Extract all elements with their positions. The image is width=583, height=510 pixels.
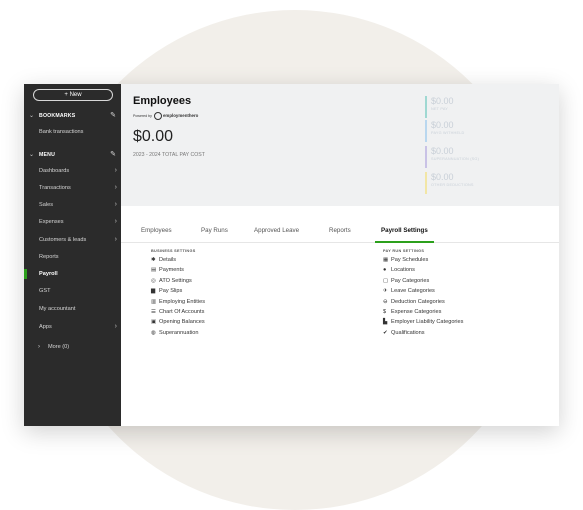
- stat-superannuation-sg: $0.00 SUPERANNUATION (SG): [425, 146, 551, 168]
- new-button[interactable]: + New: [33, 89, 113, 101]
- sidebar-bookmarks-header[interactable]: ⌄ BOOKMARKS ✎: [24, 109, 121, 123]
- sidebar-item-customers-and-leads[interactable]: Customers & leads ›: [24, 233, 121, 247]
- settings-link-superannuation[interactable]: ◍ Superannuation: [151, 329, 199, 338]
- settings-link-opening-balances[interactable]: ▣ Opening Balances: [151, 318, 205, 327]
- sidebar-menu-header[interactable]: ⌄ MENU ✎: [24, 148, 121, 162]
- stat-amount: $0.00: [431, 96, 454, 106]
- chevron-down-icon: ⌄: [29, 113, 35, 119]
- check-icon: ✔: [383, 329, 388, 336]
- chevron-right-icon: ›: [114, 218, 117, 225]
- chevron-right-icon: ›: [114, 201, 117, 208]
- pay-run-settings-heading: PAY RUN SETTINGS: [383, 249, 425, 253]
- employees-header: Employees Powered by employmenthero $0.0…: [121, 84, 559, 206]
- super-icon: ◍: [151, 329, 156, 336]
- business-settings-heading: BUSINESS SETTINGS: [151, 249, 196, 253]
- ato-icon: ◎: [151, 277, 156, 284]
- gear-icon: ✱: [151, 257, 156, 263]
- stat-label: PAYG WITHHELD: [431, 131, 465, 135]
- globe-icon: ●: [383, 267, 387, 274]
- total-pay-cost-amount: $0.00: [133, 128, 174, 145]
- sidebar-item-sales[interactable]: Sales ›: [24, 198, 121, 212]
- industry-icon: ▙: [383, 319, 388, 326]
- settings-link-pay-categories[interactable]: ▢ Pay Categories: [383, 277, 429, 286]
- dollar-icon: $: [383, 309, 387, 315]
- stat-amount: $0.00: [431, 146, 454, 156]
- calculator-icon: ▤: [151, 267, 157, 274]
- sidebar-item-expenses[interactable]: Expenses ›: [24, 215, 121, 229]
- settings-link-leave-categories[interactable]: ✈ Leave Categories: [383, 287, 435, 296]
- powered-by: Powered by employmenthero: [133, 112, 198, 120]
- stat-label: SUPERANNUATION (SG): [431, 157, 480, 161]
- chevron-right-icon: ›: [38, 344, 40, 350]
- bank-icon: ▥: [151, 298, 157, 305]
- settings-link-expense-categories[interactable]: $ Expense Categories: [383, 308, 441, 317]
- stat-other-deductions: $0.00 OTHER DEDUCTIONS: [425, 172, 551, 194]
- stat-label: NET PAY: [431, 107, 449, 111]
- settings-link-pay-schedules[interactable]: ▦ Pay Schedules: [383, 256, 428, 265]
- settings-link-qualifications[interactable]: ✔ Qualifications: [383, 329, 425, 338]
- total-pay-cost-label: 2023 - 2024 TOTAL PAY COST: [133, 152, 205, 158]
- main-content: Employees Powered by employmenthero $0.0…: [121, 84, 559, 426]
- tab-employees[interactable]: Employees: [141, 226, 172, 242]
- stat-payg-withheld: $0.00 PAYG WITHHELD: [425, 120, 551, 142]
- ledger-icon: ▣: [151, 319, 157, 326]
- sidebar: + New ⌄ BOOKMARKS ✎ Bank transactions ⌄ …: [24, 84, 121, 426]
- stat-net-pay: $0.00 NET PAY: [425, 96, 551, 118]
- settings-link-employing-entities[interactable]: ▥ Employing Entities: [151, 298, 205, 307]
- sidebar-item-reports[interactable]: Reports: [24, 250, 121, 264]
- sidebar-item-bank-transactions[interactable]: Bank transactions: [24, 125, 121, 139]
- settings-link-details[interactable]: ✱ Details: [151, 256, 176, 265]
- pencil-icon[interactable]: ✎: [110, 148, 116, 162]
- page-title: Employees: [133, 95, 192, 107]
- app-window: + New ⌄ BOOKMARKS ✎ Bank transactions ⌄ …: [24, 84, 559, 426]
- settings-link-deduction-categories[interactable]: ⊖ Deduction Categories: [383, 298, 445, 307]
- stat-amount: $0.00: [431, 172, 454, 182]
- settings-link-ato-settings[interactable]: ◎ ATO Settings: [151, 277, 192, 286]
- settings-link-chart-of-accounts[interactable]: ☰ Chart Of Accounts: [151, 308, 204, 317]
- calendar-icon: ▦: [383, 257, 389, 263]
- money-icon: ▢: [383, 277, 389, 284]
- tab-pay-runs[interactable]: Pay Runs: [201, 226, 228, 242]
- chevron-right-icon: ›: [114, 167, 117, 174]
- settings-link-locations[interactable]: ● Locations: [383, 266, 415, 275]
- chevron-right-icon: ›: [114, 236, 117, 243]
- tab-approved-leave[interactable]: Approved Leave: [254, 226, 299, 242]
- list-icon: ☰: [151, 309, 157, 315]
- tab-bar: Employees Pay Runs Approved Leave Reports Pa…: [121, 226, 559, 243]
- chevron-right-icon: ›: [114, 184, 117, 191]
- stat-label: OTHER DEDUCTIONS: [431, 183, 474, 187]
- sidebar-item-more[interactable]: › More (0): [24, 340, 121, 354]
- document-icon: ▆: [151, 288, 156, 295]
- pencil-icon[interactable]: ✎: [110, 109, 116, 123]
- sidebar-item-payroll[interactable]: Payroll: [24, 267, 121, 281]
- sidebar-item-gst[interactable]: GST: [24, 284, 121, 298]
- settings-link-payments[interactable]: ▤ Payments: [151, 266, 184, 275]
- sidebar-item-apps[interactable]: Apps ›: [24, 320, 121, 334]
- plane-icon: ✈: [383, 288, 388, 295]
- sidebar-item-transactions[interactable]: Transactions ›: [24, 181, 121, 195]
- sidebar-item-dashboards[interactable]: Dashboards ›: [24, 164, 121, 178]
- settings-link-employer-liability-categories[interactable]: ▙ Employer Liability Categories: [383, 318, 463, 327]
- tab-reports[interactable]: Reports: [329, 226, 351, 242]
- sidebar-item-my-accountant[interactable]: My accountant: [24, 302, 121, 316]
- chevron-right-icon: ›: [114, 323, 117, 330]
- chevron-down-icon: ⌄: [29, 152, 35, 158]
- stat-amount: $0.00: [431, 120, 454, 130]
- tab-payroll-settings[interactable]: Payroll Settings: [375, 226, 434, 243]
- minus-circle-icon: ⊖: [383, 298, 388, 305]
- settings-link-pay-slips[interactable]: ▆ Pay Slips: [151, 287, 182, 296]
- employmenthero-logo-icon: [153, 112, 162, 120]
